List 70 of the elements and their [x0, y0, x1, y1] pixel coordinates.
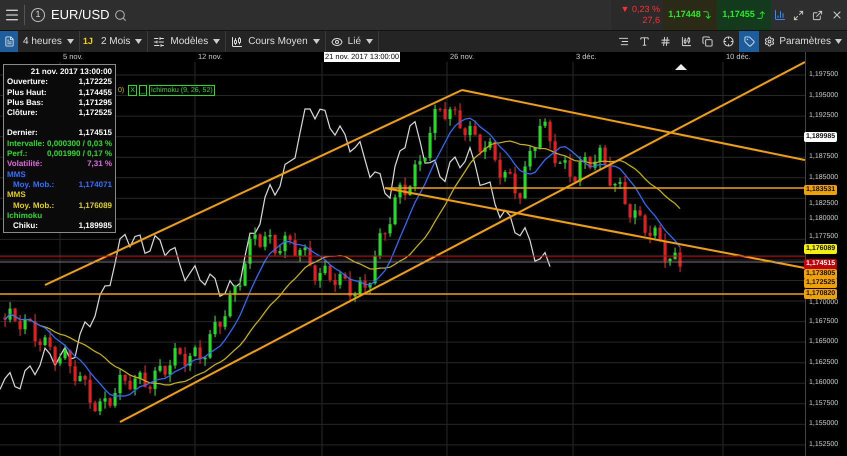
info-value: 1,189985 — [78, 221, 112, 232]
info-label: Moy. Mob.: — [13, 200, 54, 211]
tag-icon — [744, 36, 755, 47]
caret-icon — [366, 39, 374, 44]
quote-button[interactable]: 1,17455 — [717, 0, 771, 30]
grid-icon[interactable] — [660, 36, 672, 47]
align-icon[interactable] — [618, 36, 630, 47]
info-label: Chiku: — [13, 221, 38, 232]
copy-icon[interactable] — [702, 36, 714, 47]
info-label: Perf.: — [7, 149, 28, 160]
info-label: Volatilité: — [7, 159, 42, 170]
info-label: Moy. Mob.: — [13, 180, 54, 190]
info-label: Plus Haut: — [7, 88, 47, 98]
toolbar-dropdown[interactable]: 4 heures — [18, 31, 80, 52]
info-value: 1,174455 — [78, 88, 112, 98]
info-label: Ouverture: — [7, 77, 48, 88]
caret-icon — [312, 39, 320, 44]
day-tag[interactable]: 1J — [80, 34, 96, 48]
caret-icon — [213, 39, 220, 44]
settings-button[interactable]: Paramètres — [759, 31, 847, 52]
trend-line[interactable] — [462, 89, 805, 161]
sliders-icon — [153, 36, 166, 48]
caret-icon — [66, 39, 74, 44]
info-value: 0,001990 / 0,17 % — [47, 149, 112, 160]
toolbar-dropdown[interactable]: Modèles — [148, 31, 226, 52]
info-label: Intervalle: — [7, 138, 45, 150]
candlestick-icon — [231, 36, 244, 48]
settings-icon — [764, 36, 776, 47]
arrow-up-icon — [756, 10, 766, 20]
close-icon[interactable] — [831, 9, 843, 21]
trend-line[interactable] — [384, 187, 805, 269]
change-points: 27,6 — [642, 15, 660, 26]
info-value: 1,174515 — [78, 128, 112, 139]
info-value: 1,171295 — [78, 98, 112, 108]
info-label: Dernier: — [7, 128, 38, 139]
tag-toggle[interactable] — [739, 31, 760, 52]
info-heading: MMS — [7, 190, 27, 201]
menu-icon[interactable] — [4, 7, 20, 23]
trend-line[interactable] — [120, 61, 805, 423]
crosshair-icon[interactable] — [723, 36, 734, 47]
candlestick-icon[interactable] — [681, 36, 692, 47]
toolbar-dropdown[interactable]: Cours Moyen — [226, 31, 326, 52]
number-badge[interactable]: 1 — [31, 8, 45, 22]
quote-button[interactable]: 1,17448 — [663, 0, 717, 30]
caret-icon — [835, 39, 842, 44]
info-label: Plus Bas: — [7, 98, 44, 108]
text-size-icon[interactable] — [639, 36, 650, 47]
eye-icon — [330, 36, 343, 48]
info-heading: Ichimoku — [7, 210, 44, 222]
info-timestamp: 21 nov. 2017 13:00:00 — [30, 67, 112, 78]
info-value: 1,174071 — [78, 180, 112, 190]
info-value: 1,172225 — [78, 77, 112, 88]
arrow-down-icon — [702, 10, 712, 20]
popout-icon[interactable] — [812, 10, 823, 20]
toolbar-dropdown[interactable]: 2 Mois — [96, 31, 148, 52]
caret-icon — [135, 39, 142, 44]
list-toggle[interactable] — [0, 31, 18, 52]
signal-bars-icon — [774, 9, 786, 21]
triangle-marker-icon — [675, 64, 687, 70]
search-icon[interactable] — [114, 8, 127, 22]
symbol-title: EUR/USD — [51, 6, 110, 24]
info-value: 1,172525 — [78, 108, 112, 118]
expand-icon[interactable] — [793, 10, 804, 20]
info-value: 1,176089 — [78, 200, 112, 211]
info-label: Clôture: — [7, 108, 38, 118]
info-value: 7,31 % — [87, 159, 112, 170]
document-icon — [4, 36, 14, 47]
info-value: 0,000300 / 0,03 % — [47, 138, 112, 150]
info-heading: MMS — [7, 170, 27, 180]
change-percent: ▼ 0,23 % — [620, 4, 660, 15]
